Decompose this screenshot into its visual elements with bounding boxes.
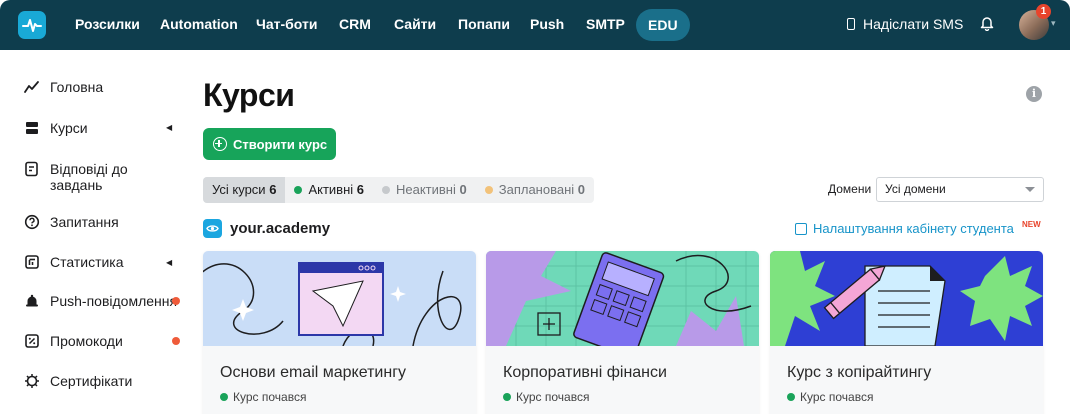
nav-item-popups[interactable]: Попапи — [458, 16, 510, 32]
course-card[interactable]: Основи email маркетингу Курс почався — [203, 251, 476, 414]
sidebar-item-push[interactable]: Push-повідомлення — [24, 293, 180, 309]
bell-icon[interactable] — [980, 15, 994, 36]
status-dot — [503, 393, 511, 401]
academy-header: your.academy — [203, 219, 330, 238]
notification-badge: 1 — [1036, 4, 1051, 19]
nav-item-mailings[interactable]: Розсилки — [75, 16, 140, 32]
settings-link-label: Налаштування кабінету студента — [813, 221, 1014, 236]
statistics-icon — [24, 254, 40, 270]
top-navigation-bar: Розсилки Automation Чат-боти CRM Сайти П… — [0, 0, 1070, 50]
filter-count: 6 — [356, 182, 364, 197]
nav-item-chatbots[interactable]: Чат-боти — [256, 16, 317, 32]
course-card[interactable]: Корпоративні фінанси Курс почався — [486, 251, 759, 414]
course-status-label: Курс почався — [516, 390, 590, 404]
plus-circle-icon — [213, 137, 227, 151]
nav-item-edu[interactable]: EDU — [636, 9, 690, 41]
sidebar-item-answers[interactable]: Відповіді до завдань — [24, 161, 170, 193]
sidebar-item-courses[interactable]: Курси — [24, 120, 170, 136]
sidebar-item-label: Курси — [50, 120, 88, 136]
sidebar-item-questions[interactable]: Запитання — [24, 214, 170, 230]
filter-scheduled[interactable]: Заплановані 0 — [476, 177, 594, 203]
course-status: Курс почався — [220, 390, 306, 404]
info-icon[interactable]: i — [1026, 86, 1042, 102]
nav-item-crm[interactable]: CRM — [339, 16, 371, 32]
sidebar-item-label: Сертифікати — [50, 373, 133, 389]
course-status: Курс почався — [503, 390, 589, 404]
filter-count: 6 — [269, 182, 277, 197]
nav-item-sites[interactable]: Сайти — [394, 16, 436, 32]
sidebar-item-promocodes[interactable]: Промокоди — [24, 333, 170, 349]
chevron-down-icon — [1025, 187, 1035, 192]
domains-select[interactable]: Усі домени — [876, 177, 1044, 202]
course-status: Курс почався — [787, 390, 873, 404]
sliders-icon — [795, 222, 807, 235]
alert-dot — [172, 337, 180, 345]
course-cover-image — [486, 251, 759, 346]
create-course-button[interactable]: Створити курс — [203, 128, 336, 160]
status-dot — [787, 393, 795, 401]
filter-label: Заплановані — [498, 182, 575, 197]
course-title[interactable]: Основи email маркетингу — [220, 364, 406, 382]
phone-icon — [847, 18, 855, 30]
filter-all[interactable]: Усі курси 6 — [203, 177, 286, 203]
sidebar-item-home[interactable]: Головна — [24, 79, 170, 95]
sidebar-item-label: Промокоди — [50, 333, 123, 349]
course-filter-tabs: Усі курси 6 Активні 6 Неактивні 0 Заплан… — [203, 177, 594, 203]
course-status-label: Курс почався — [233, 390, 307, 404]
course-card[interactable]: Курс з копірайтингу Курс почався — [770, 251, 1043, 414]
sidebar-item-label: Push-повідомлення — [50, 293, 178, 309]
send-sms-button[interactable]: Надіслати SMS — [847, 16, 963, 32]
chevron-left-icon[interactable]: ◀ — [166, 258, 172, 267]
nav-item-automation[interactable]: Automation — [160, 16, 238, 32]
filter-label: Неактивні — [396, 182, 456, 197]
push-icon — [24, 293, 40, 309]
status-dot — [220, 393, 228, 401]
sidebar-item-label: Статистика — [50, 254, 124, 270]
student-cabinet-settings-link[interactable]: Налаштування кабінету студента — [795, 221, 1014, 236]
sidebar-item-label: Відповіді до завдань — [50, 161, 128, 193]
promo-icon — [24, 333, 40, 349]
pulse-logo-icon[interactable] — [18, 11, 46, 39]
status-dot — [294, 186, 303, 194]
courses-icon — [24, 120, 40, 136]
filter-count: 0 — [459, 182, 467, 197]
filter-label: Активні — [308, 182, 354, 197]
alert-dot — [172, 297, 180, 305]
course-cover-image — [203, 251, 476, 346]
eye-icon[interactable] — [203, 219, 222, 238]
nav-item-smtp[interactable]: SMTP — [586, 16, 625, 32]
page-title: Курси — [203, 77, 295, 113]
filter-inactive[interactable]: Неактивні 0 — [373, 177, 476, 203]
course-title[interactable]: Курс з копірайтингу — [787, 364, 931, 382]
chevron-down-icon[interactable]: ▾ — [1051, 18, 1056, 29]
answers-icon — [24, 161, 40, 177]
status-dot — [382, 186, 390, 194]
course-cover-image — [770, 251, 1043, 346]
create-course-label: Створити курс — [233, 136, 328, 152]
academy-name: your.academy — [230, 220, 331, 237]
filter-count: 0 — [577, 182, 585, 197]
filter-active[interactable]: Активні 6 — [285, 177, 373, 203]
chart-line-icon — [24, 79, 40, 95]
status-dot — [484, 186, 493, 194]
sidebar-item-label: Головна — [50, 79, 104, 95]
sidebar-item-statistics[interactable]: Статистика — [24, 254, 170, 270]
chevron-left-icon[interactable]: ◀ — [166, 123, 172, 132]
new-badge: NEW — [1022, 220, 1041, 229]
nav-item-push[interactable]: Push — [530, 16, 564, 32]
question-icon — [24, 214, 40, 230]
course-status-label: Курс почався — [800, 390, 874, 404]
domains-label: Домени — [828, 182, 872, 196]
sidebar-item-certificates[interactable]: Сертифікати — [24, 373, 170, 389]
course-title[interactable]: Корпоративні фінанси — [503, 364, 667, 382]
sidebar-item-label: Запитання — [50, 214, 119, 230]
domains-selected-value: Усі домени — [885, 182, 946, 196]
filter-label: Усі курси — [212, 182, 266, 197]
send-sms-label: Надіслати SMS — [863, 16, 964, 32]
certificate-icon — [24, 373, 40, 389]
